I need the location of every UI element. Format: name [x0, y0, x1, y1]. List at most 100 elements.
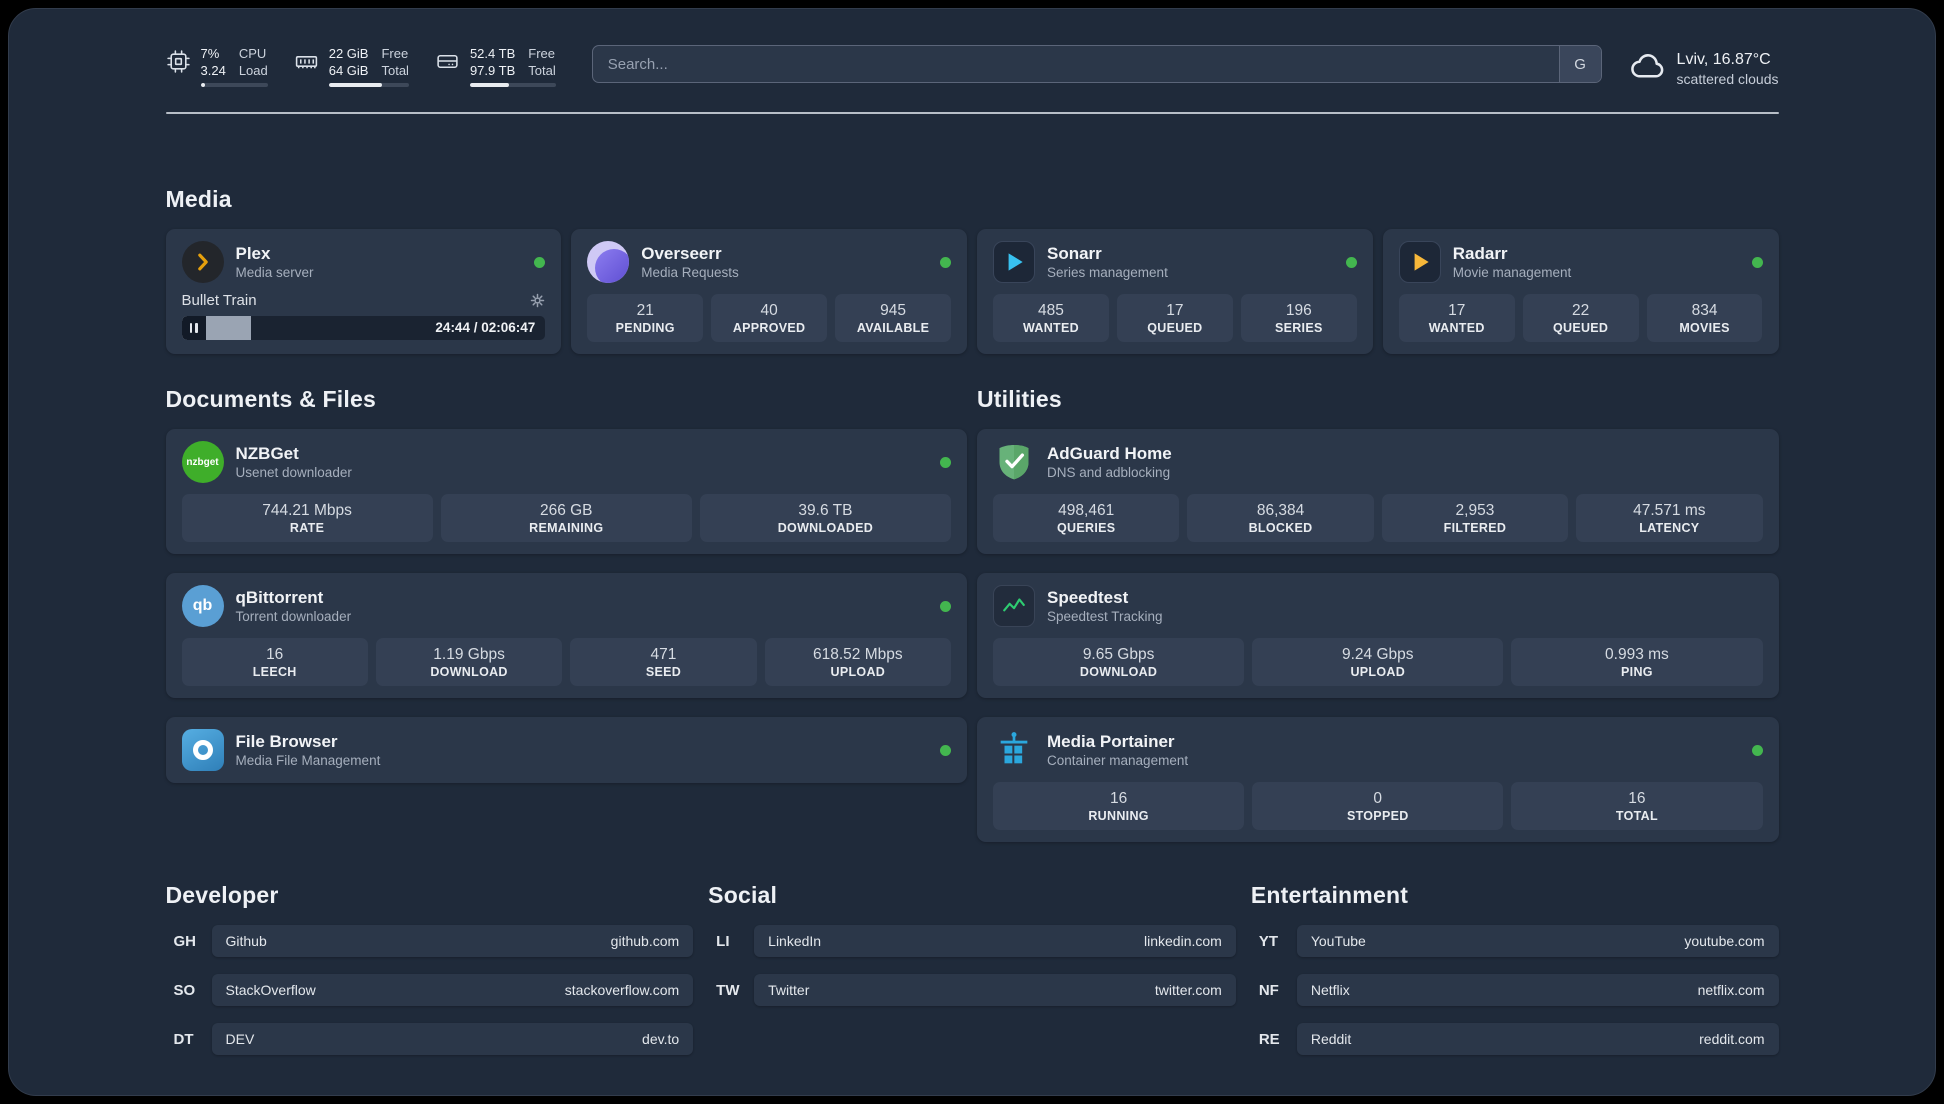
bookmark-name: YouTube: [1310, 933, 1366, 949]
bookmark-url: dev.to: [642, 1031, 680, 1047]
pause-icon[interactable]: [181, 316, 206, 340]
ram-total-value: 64 GiB: [328, 63, 369, 78]
stat-value: 86,384: [1256, 502, 1305, 519]
stat-tile: 86,384 BLOCKED: [1187, 494, 1374, 542]
stat-tile: 266 GB REMAINING: [440, 494, 692, 542]
gear-icon[interactable]: [530, 293, 545, 308]
status-dot: [940, 744, 951, 756]
app-card-filebrowser[interactable]: File Browser Media File Management: [165, 717, 967, 783]
media-grid: Plex Media server Bullet Train 24:44 / 0…: [165, 229, 1779, 354]
app-name: Speedtest: [1047, 587, 1129, 607]
bookmark-link-linkedin[interactable]: LinkedIn linkedin.com: [754, 925, 1236, 957]
bookmark-url: reddit.com: [1699, 1031, 1765, 1047]
disk-metric: 52.4 TB 97.9 TB Free Total: [435, 45, 556, 87]
weather-condition: scattered clouds: [1676, 71, 1779, 87]
app-card-sonarr[interactable]: Sonarr Series management 485 WANTED 17 Q…: [977, 229, 1373, 354]
disk-free-label: Free: [528, 46, 555, 61]
stat-tile: 744.21 Mbps RATE: [181, 494, 433, 542]
app-name: NZBGet: [235, 443, 299, 463]
stat-label: MOVIES: [1679, 321, 1730, 335]
speedtest-icon: [993, 585, 1035, 627]
stat-label: DOWNLOADED: [777, 521, 874, 535]
bookmark-link-reddit[interactable]: Reddit reddit.com: [1296, 1023, 1779, 1055]
search-engine-button[interactable]: G: [1558, 46, 1601, 82]
stat-value: 498,461: [1058, 502, 1115, 519]
bookmark-link-dev[interactable]: DEV dev.to: [211, 1023, 694, 1055]
bookmark-row: GH Github github.com: [166, 925, 694, 957]
app-card-radarr[interactable]: Radarr Movie management 17 WANTED 22 QUE…: [1382, 229, 1779, 354]
search-input[interactable]: [592, 46, 1559, 82]
disk-total-value: 97.9 TB: [469, 63, 516, 78]
stat-label: UPLOAD: [1350, 665, 1406, 679]
app-card-qbittorrent[interactable]: qb qBittorrent Torrent downloader 16 LEE…: [165, 573, 967, 698]
stat-value: 16: [266, 646, 284, 663]
bookmark-link-twitter[interactable]: Twitter twitter.com: [754, 974, 1236, 1006]
ram-metric: 22 GiB 64 GiB Free Total: [294, 45, 409, 87]
stat-value: 485: [1038, 302, 1064, 319]
app-card-nzbget[interactable]: nzbget NZBGet Usenet downloader 744.21 M…: [165, 429, 967, 554]
app-card-overseerr[interactable]: Overseerr Media Requests 21 PENDING 40 A…: [571, 229, 967, 354]
bookmarks-area: Developer GH Github github.com SO StackO…: [166, 882, 1779, 1095]
stat-value: 945: [880, 302, 906, 319]
app-card-adguard[interactable]: AdGuard Home DNS and adblocking 498,461 …: [977, 429, 1779, 554]
bookmark-abbr: NF: [1258, 981, 1279, 999]
stats-row: 485 WANTED 17 QUEUED 196 SERIES: [993, 294, 1357, 342]
radarr-icon: [1398, 241, 1441, 283]
stat-label: PING: [1621, 665, 1653, 679]
bookmark-row: TW Twitter twitter.com: [708, 974, 1236, 1006]
playback-progress-bar[interactable]: 24:44 / 02:06:47: [181, 316, 546, 340]
app-name: File Browser: [235, 731, 338, 751]
bookmark-group-entertainment: Entertainment YT YouTube youtube.com NF …: [1251, 882, 1779, 1072]
bookmark-row: YT YouTube youtube.com: [1251, 925, 1779, 957]
stat-value: 834: [1691, 302, 1718, 319]
stat-tile: 471 SEED: [570, 638, 757, 686]
status-dot: [534, 256, 546, 268]
app-desc: Media File Management: [235, 752, 381, 768]
app-card-portainer[interactable]: Media Portainer Container management 16 …: [977, 717, 1779, 842]
stat-label: WANTED: [1022, 321, 1079, 335]
stat-label: TOTAL: [1615, 809, 1658, 823]
status-dot: [940, 600, 951, 612]
bookmark-abbr: YT: [1258, 932, 1278, 950]
stat-value: 196: [1285, 302, 1312, 319]
app-card-speedtest[interactable]: Speedtest Speedtest Tracking 9.65 Gbps D…: [977, 573, 1779, 698]
disk-progress-bar: [469, 83, 556, 87]
status-dot: [940, 256, 951, 268]
app-desc: Container management: [1047, 752, 1189, 768]
stat-tile: 21 PENDING: [587, 294, 704, 342]
stat-tile: 16 LEECH: [181, 638, 368, 686]
stats-row: 17 WANTED 22 QUEUED 834 MOVIES: [1398, 294, 1763, 342]
cpu-icon: [166, 45, 191, 87]
bookmark-abbr: GH: [173, 932, 197, 950]
bookmark-url: stackoverflow.com: [564, 982, 680, 998]
status-dot: [1751, 744, 1763, 756]
stat-value: 9.24 Gbps: [1341, 646, 1414, 663]
stat-label: QUEUED: [1552, 321, 1609, 335]
bookmark-link-netflix[interactable]: Netflix netflix.com: [1296, 974, 1779, 1006]
bookmark-link-github[interactable]: Github github.com: [211, 925, 694, 957]
dashboard-screen: 7% 3.24 CPU Load 22 GiB 64 GiB Free Tota…: [8, 8, 1936, 1096]
bookmark-group-developer: Developer GH Github github.com SO StackO…: [166, 882, 694, 1072]
portainer-icon: [993, 729, 1035, 771]
app-name: Plex: [235, 243, 271, 263]
stat-value: 9.65 Gbps: [1082, 646, 1155, 663]
bookmark-url: netflix.com: [1697, 982, 1765, 998]
stat-label: FILTERED: [1443, 521, 1507, 535]
bookmark-abbr: RE: [1258, 1030, 1280, 1048]
bookmark-link-youtube[interactable]: YouTube youtube.com: [1296, 925, 1779, 957]
stat-tile: 17 QUEUED: [1116, 294, 1233, 342]
bookmark-abbr: SO: [173, 981, 196, 999]
filebrowser-icon: [181, 729, 224, 771]
stats-row: 498,461 QUERIES 86,384 BLOCKED 2,953 FIL…: [993, 494, 1763, 542]
stat-value: 16: [1109, 790, 1128, 807]
stat-tile: 9.24 Gbps UPLOAD: [1252, 638, 1504, 686]
ram-progress-bar: [328, 83, 409, 87]
stat-label: LEECH: [252, 665, 297, 679]
cpu-load-label: Load: [238, 63, 268, 78]
cloud-icon: [1628, 47, 1666, 90]
app-desc: Speedtest Tracking: [1047, 608, 1163, 624]
sonarr-icon: [993, 241, 1035, 283]
bookmark-link-stackoverflow[interactable]: StackOverflow stackoverflow.com: [211, 974, 694, 1006]
app-card-plex[interactable]: Plex Media server Bullet Train 24:44 / 0…: [165, 229, 562, 354]
app-desc: Media server: [235, 264, 314, 280]
